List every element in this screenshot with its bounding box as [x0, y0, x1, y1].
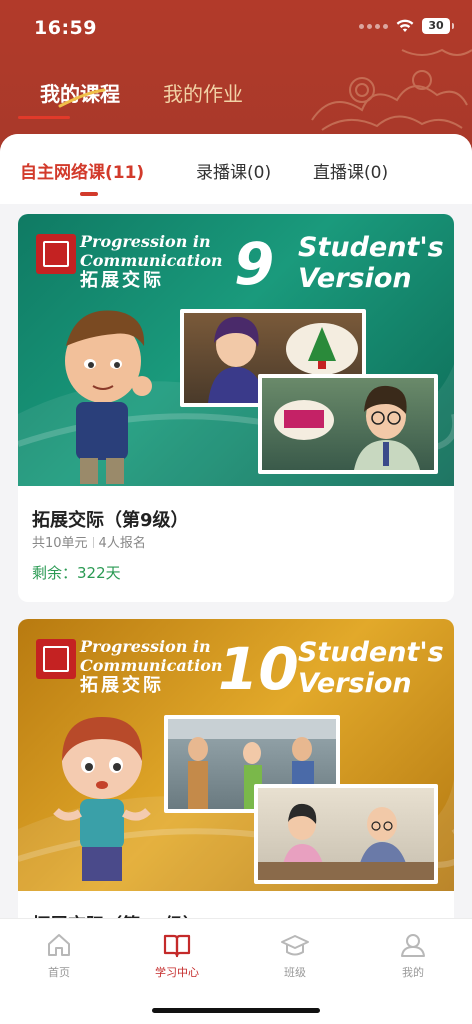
- unit-count: 共10单元: [32, 536, 88, 551]
- cartoon-girl-illustration: [53, 717, 151, 881]
- tab-recorded-courses[interactable]: 录播课(0): [196, 158, 271, 183]
- tabbar-item-mine[interactable]: 我的: [373, 931, 453, 980]
- version-label: Student's Version: [298, 637, 444, 699]
- publisher-logo: [36, 639, 76, 679]
- brush-stroke-decoration: [58, 88, 106, 108]
- tab-live-courses[interactable]: 直播课(0): [313, 158, 388, 183]
- series-title: Progression in Communication 拓展交际: [80, 637, 223, 696]
- battery-indicator: 30: [422, 18, 454, 34]
- home-indicator[interactable]: [152, 1008, 320, 1013]
- tab-my-homework[interactable]: 我的作业: [163, 78, 243, 107]
- enrolled-count: 4人报名: [98, 536, 146, 551]
- meta-divider: [92, 537, 94, 548]
- course-card[interactable]: Progression in Communication 拓展交际 9 Stud…: [18, 214, 454, 602]
- tabbar-label: 班级: [284, 966, 306, 979]
- level-number: 9: [234, 230, 275, 298]
- book-icon: [163, 934, 191, 958]
- course-type-tabs: 自主网络课(11) 录播课(0) 直播课(0): [0, 134, 472, 204]
- series-title: Progression in Communication 拓展交际: [80, 232, 223, 291]
- top-tabs: 我的课程 我的作业: [0, 74, 472, 124]
- version-label: Student's Version: [298, 232, 444, 294]
- tabbar-label: 学习中心: [155, 966, 199, 979]
- graduation-cap-icon: [281, 935, 309, 956]
- course-card[interactable]: Progression in Communication 拓展交际 10 Stu…: [18, 619, 454, 934]
- tabbar-label: 首页: [48, 966, 70, 979]
- meeting-illustration: [258, 803, 434, 880]
- sub-tab-indicator: [80, 192, 98, 196]
- cartoon-boy-illustration: [65, 310, 152, 484]
- tabbar-item-class[interactable]: 班级: [255, 931, 335, 980]
- tabbar-label: 我的: [402, 966, 424, 979]
- man-with-glasses-illustration: [274, 385, 420, 470]
- signal-dots-icon: [359, 23, 388, 29]
- tabbar-item-study-center[interactable]: 学习中心: [137, 931, 217, 980]
- course-meta: 共10单元 4人报名: [32, 532, 146, 551]
- status-bar: 16:59 30: [0, 0, 472, 56]
- publisher-logo: [36, 234, 76, 274]
- tabbar-item-home[interactable]: 首页: [19, 931, 99, 980]
- course-cover-image: Progression in Communication 拓展交际 9 Stud…: [18, 214, 454, 486]
- main-content: 自主网络课(11) 录播课(0) 直播课(0) Progression in C…: [0, 134, 472, 934]
- scene-panel-meeting: [254, 784, 438, 884]
- remaining-days: 剩余：322天: [32, 564, 121, 582]
- tab-self-paced-courses[interactable]: 自主网络课(11): [20, 158, 144, 183]
- course-cover-image: Progression in Communication 拓展交际 10 Stu…: [18, 619, 454, 891]
- active-tab-indicator: [18, 116, 70, 119]
- course-title: 拓展交际（第9级）: [32, 510, 189, 531]
- home-icon: [48, 934, 70, 956]
- level-number: 10: [218, 635, 299, 703]
- scene-panel-man: [258, 374, 438, 474]
- status-time: 16:59: [34, 17, 97, 39]
- wifi-icon: [396, 19, 414, 32]
- user-icon: [401, 934, 425, 957]
- status-indicators: 30: [359, 18, 454, 34]
